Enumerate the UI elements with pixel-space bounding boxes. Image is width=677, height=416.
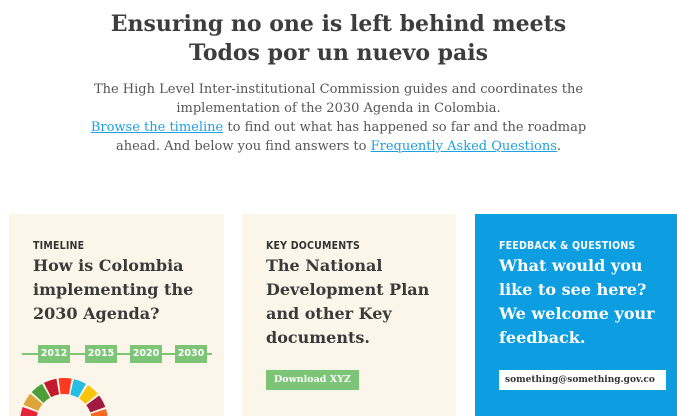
email-field[interactable]	[499, 370, 666, 390]
timeline-card-eyebrow: TIMELINE	[33, 240, 85, 252]
title-line-2: Todos por un nuevo pais	[188, 40, 489, 66]
timeline-card-title: How is Colombia implementing the 2030 Ag…	[33, 256, 194, 323]
faq-link[interactable]: Frequently Asked Questions	[371, 139, 557, 154]
feedback-eyebrow: FEEDBACK & QUESTIONS	[499, 240, 636, 252]
key-documents-eyebrow: KEY DOCUMENTS	[266, 240, 360, 252]
intro-end: .	[556, 139, 562, 154]
key-documents-title: The National Development Plan and other …	[266, 256, 430, 347]
timeline-link[interactable]: Browse the timeline	[91, 120, 223, 135]
title-line-1: Ensuring no one is left behind meets	[110, 11, 567, 37]
hero-section: Ensuring no one is left behind meets Tod…	[0, 0, 677, 156]
cards-section: TIMELINE How is Colombia implementing th…	[0, 214, 677, 416]
page-title: Ensuring no one is left behind meets Tod…	[0, 10, 677, 68]
intro-text: The High Level Inter-institutional Commi…	[69, 80, 609, 156]
timeline-year-2015[interactable]: 2015	[85, 345, 117, 363]
feedback-title: What would you like to see here? We welc…	[499, 256, 655, 347]
download-button[interactable]: Download XYZ	[266, 370, 359, 390]
timeline-year-2030[interactable]: 2030	[175, 345, 207, 363]
timeline-bar: 2012 2015 2020 2030	[22, 345, 212, 363]
intro-line-1: The High Level Inter-institutional Commi…	[93, 82, 584, 116]
timeline-year-2012[interactable]: 2012	[38, 345, 70, 363]
timeline-card[interactable]: TIMELINE How is Colombia implementing th…	[9, 214, 224, 416]
key-documents-card[interactable]: KEY DOCUMENTS The National Development P…	[242, 214, 456, 416]
timeline-year-2020[interactable]: 2020	[130, 345, 162, 363]
sdg-color-wheel-icon	[20, 377, 108, 416]
feedback-card[interactable]: FEEDBACK & QUESTIONS What would you like…	[475, 214, 677, 416]
